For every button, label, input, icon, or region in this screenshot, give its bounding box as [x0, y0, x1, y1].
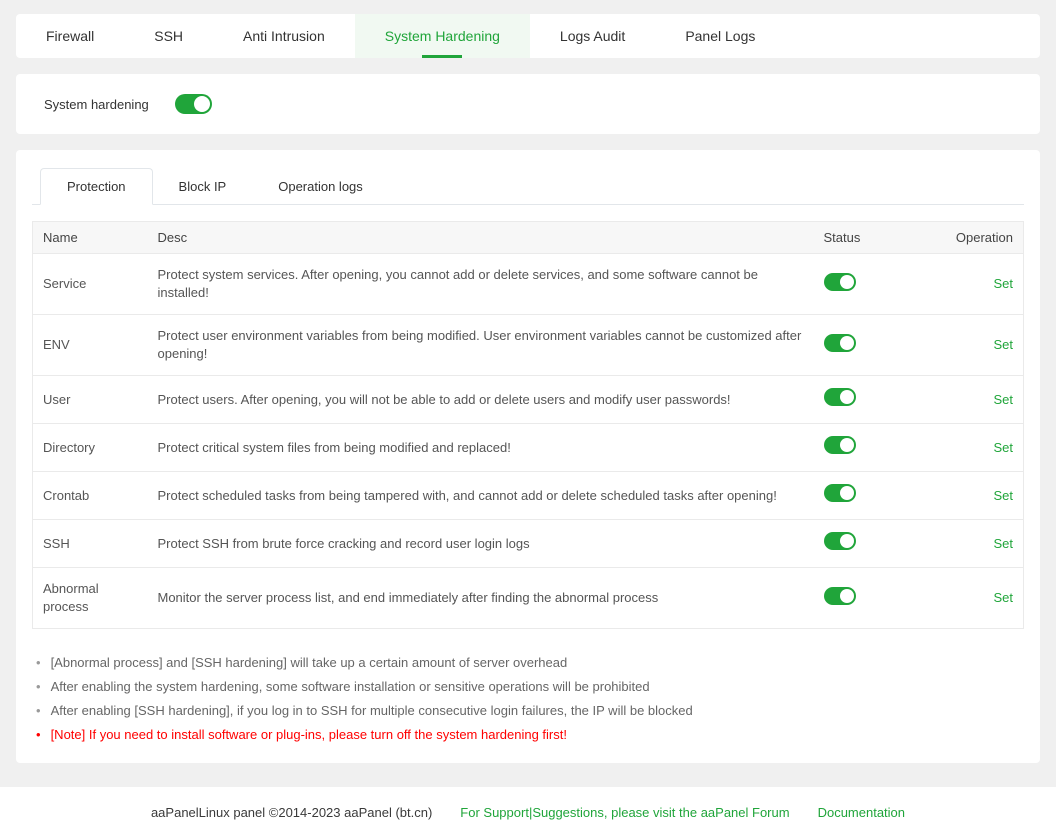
note-item: • [Abnormal process] and [SSH hardening]…: [36, 651, 1024, 675]
row-status-toggle[interactable]: [824, 334, 856, 352]
table-header-row: Name Desc Status Operation: [33, 222, 1024, 254]
row-desc: Protect critical system files from being…: [148, 424, 814, 472]
table-row: Service Protect system services. After o…: [33, 254, 1024, 315]
note-text: [Abnormal process] and [SSH hardening] w…: [51, 651, 568, 675]
row-desc: Protect scheduled tasks from being tampe…: [148, 472, 814, 520]
table-row: Directory Protect critical system files …: [33, 424, 1024, 472]
main-tabbar: Firewall SSH Anti Intrusion System Harde…: [16, 14, 1040, 58]
footer-support-link[interactable]: For Support|Suggestions, please visit th…: [460, 805, 789, 820]
sub-tab-label: Protection: [67, 179, 126, 194]
set-link[interactable]: Set: [993, 337, 1013, 352]
notes-list: • [Abnormal process] and [SSH hardening]…: [36, 651, 1024, 747]
set-link[interactable]: Set: [993, 440, 1013, 455]
row-status-toggle[interactable]: [824, 436, 856, 454]
row-desc: Protect SSH from brute force cracking an…: [148, 520, 814, 568]
row-desc: Monitor the server process list, and end…: [148, 568, 814, 629]
set-link[interactable]: Set: [993, 276, 1013, 291]
column-header-operation: Operation: [929, 222, 1024, 254]
main-tab-label: Firewall: [46, 28, 94, 44]
row-status-toggle[interactable]: [824, 484, 856, 502]
sub-tab-label: Operation logs: [278, 179, 363, 194]
row-desc: Protect user environment variables from …: [148, 315, 814, 376]
row-desc: Protect system services. After opening, …: [148, 254, 814, 315]
main-tab-label: SSH: [154, 28, 183, 44]
hardening-label: System hardening: [44, 97, 149, 112]
sub-tab-label: Block IP: [179, 179, 227, 194]
protection-table: Name Desc Status Operation Service Prote…: [32, 221, 1024, 629]
sub-tabbar: Protection Block IP Operation logs: [32, 168, 1024, 205]
table-row: SSH Protect SSH from brute force crackin…: [33, 520, 1024, 568]
note-item: • [Note] If you need to install software…: [36, 723, 1024, 747]
note-text: After enabling [SSH hardening], if you l…: [51, 699, 693, 723]
toggle-knob: [840, 275, 854, 289]
row-name: Directory: [33, 424, 148, 472]
toggle-knob: [840, 390, 854, 404]
note-item: • After enabling [SSH hardening], if you…: [36, 699, 1024, 723]
row-name: ENV: [33, 315, 148, 376]
column-header-name: Name: [33, 222, 148, 254]
row-status-toggle[interactable]: [824, 532, 856, 550]
hardening-card: System hardening: [16, 74, 1040, 134]
set-link[interactable]: Set: [993, 392, 1013, 407]
toggle-knob: [840, 534, 854, 548]
table-row: Abnormal process Monitor the server proc…: [33, 568, 1024, 629]
note-text: [Note] If you need to install software o…: [51, 723, 567, 747]
bullet-icon: •: [36, 723, 41, 747]
main-tab[interactable]: Logs Audit: [530, 14, 655, 58]
set-link[interactable]: Set: [993, 488, 1013, 503]
page: Firewall SSH Anti Intrusion System Harde…: [0, 0, 1056, 838]
bullet-icon: •: [36, 675, 41, 699]
toggle-knob: [840, 336, 854, 350]
main-tab[interactable]: Anti Intrusion: [213, 14, 355, 58]
main-tab-label: Logs Audit: [560, 28, 625, 44]
toggle-knob: [840, 438, 854, 452]
table-row: User Protect users. After opening, you w…: [33, 376, 1024, 424]
row-status-toggle[interactable]: [824, 388, 856, 406]
toggle-knob: [194, 96, 210, 112]
bullet-icon: •: [36, 699, 41, 723]
main-tab[interactable]: SSH: [124, 14, 213, 58]
protection-panel: Protection Block IP Operation logs Name …: [16, 150, 1040, 763]
toggle-knob: [840, 486, 854, 500]
row-status-toggle[interactable]: [824, 587, 856, 605]
column-header-desc: Desc: [148, 222, 814, 254]
main-tab-label: Anti Intrusion: [243, 28, 325, 44]
table-row: ENV Protect user environment variables f…: [33, 315, 1024, 376]
footer-docs-link[interactable]: Documentation: [818, 805, 905, 820]
sub-tab[interactable]: Protection: [40, 168, 153, 205]
note-item: • After enabling the system hardening, s…: [36, 675, 1024, 699]
column-header-status: Status: [814, 222, 929, 254]
bullet-icon: •: [36, 651, 41, 675]
set-link[interactable]: Set: [993, 536, 1013, 551]
toggle-knob: [840, 589, 854, 603]
system-hardening-toggle[interactable]: [175, 94, 212, 114]
sub-tab[interactable]: Block IP: [153, 168, 253, 204]
footer-copyright: aaPanelLinux panel ©2014-2023 aaPanel (b…: [151, 805, 432, 820]
row-name: Abnormal process: [33, 568, 148, 629]
footer: aaPanelLinux panel ©2014-2023 aaPanel (b…: [0, 787, 1056, 838]
main-tab[interactable]: System Hardening: [355, 14, 530, 58]
row-name: Service: [33, 254, 148, 315]
row-desc: Protect users. After opening, you will n…: [148, 376, 814, 424]
row-status-toggle[interactable]: [824, 273, 856, 291]
main-tab-label: System Hardening: [385, 28, 500, 44]
sub-tab[interactable]: Operation logs: [252, 168, 389, 204]
main-tab[interactable]: Firewall: [16, 14, 124, 58]
row-name: User: [33, 376, 148, 424]
row-name: SSH: [33, 520, 148, 568]
table-row: Crontab Protect scheduled tasks from bei…: [33, 472, 1024, 520]
row-name: Crontab: [33, 472, 148, 520]
note-text: After enabling the system hardening, som…: [51, 675, 650, 699]
main-tab-label: Panel Logs: [685, 28, 755, 44]
set-link[interactable]: Set: [993, 590, 1013, 605]
main-tab[interactable]: Panel Logs: [655, 14, 785, 58]
